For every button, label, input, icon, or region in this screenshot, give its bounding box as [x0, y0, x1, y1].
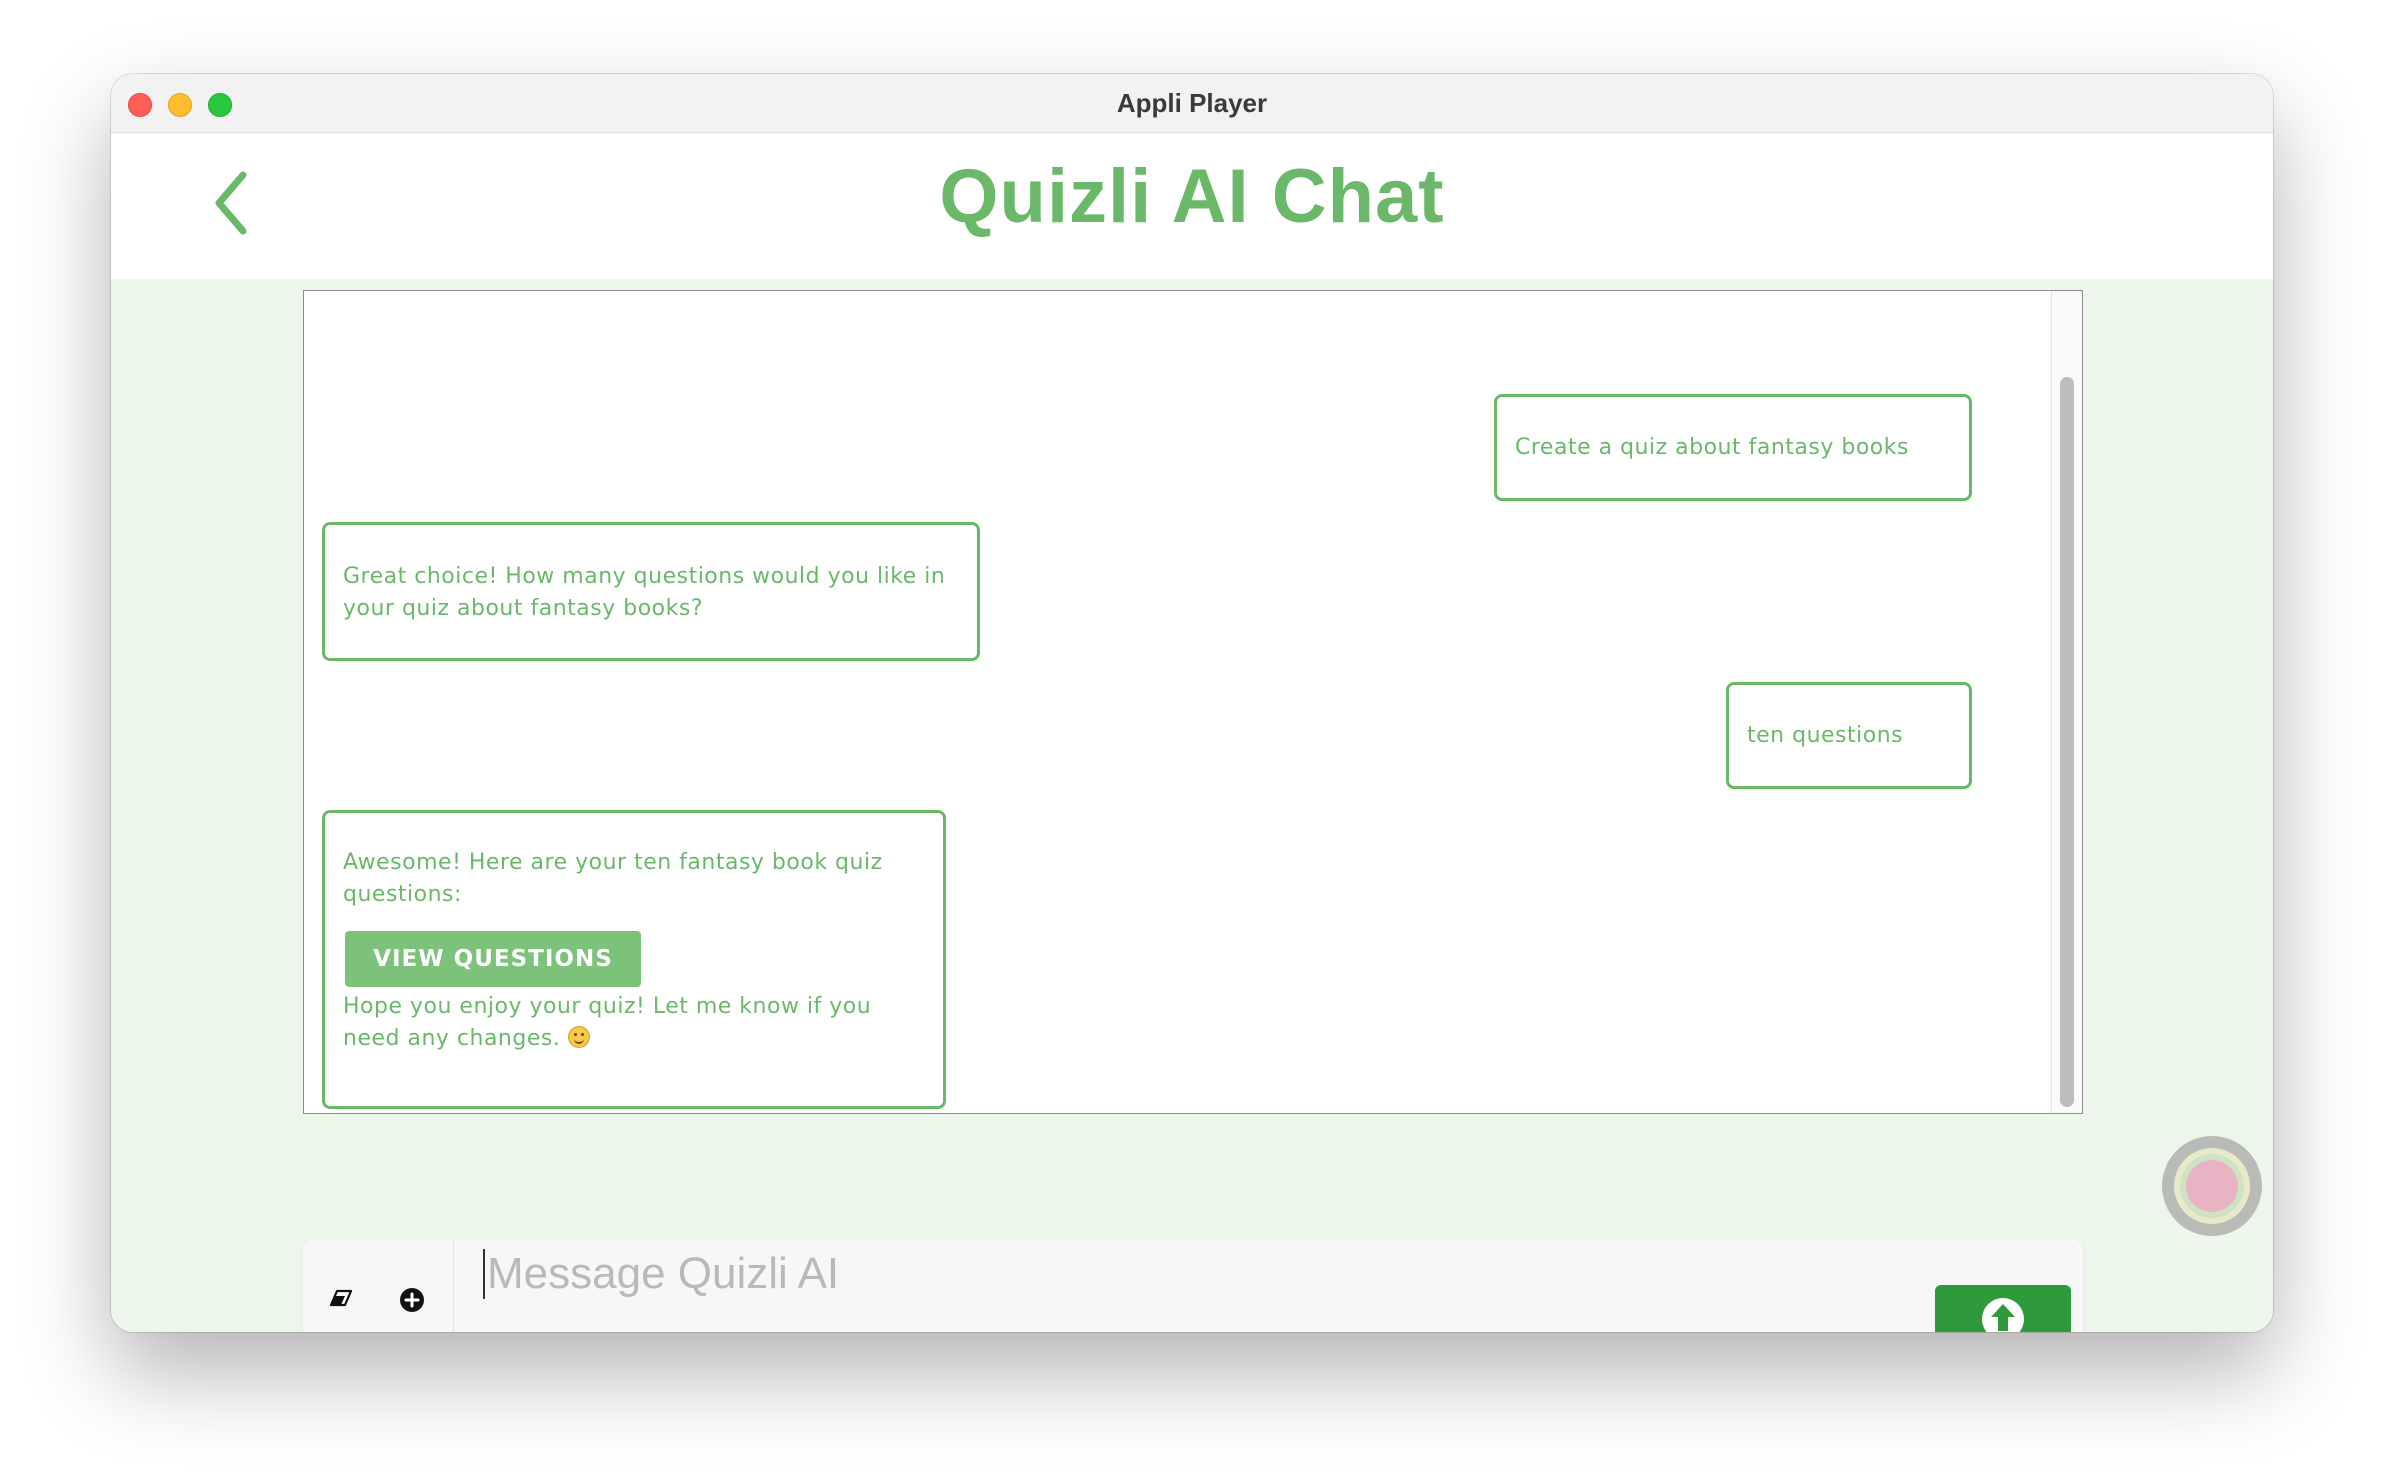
- content-area: Create a quiz about fantasy books Great …: [111, 279, 2273, 1332]
- assistant-message-bubble: Great choice! How many questions would y…: [322, 522, 980, 661]
- window-title: Appli Player: [1116, 88, 1268, 118]
- message-text: Create a quiz about fantasy books: [1515, 434, 1909, 460]
- user-message-bubble: Create a quiz about fantasy books: [1494, 394, 1972, 501]
- chat-panel: Create a quiz about fantasy books Great …: [303, 290, 2083, 1114]
- plus-circle-icon: [400, 1288, 424, 1312]
- message-text: Great choice! How many questions would y…: [343, 564, 946, 621]
- chat-scrollbar[interactable]: [2051, 291, 2082, 1113]
- assistive-touch-button[interactable]: [2162, 1136, 2262, 1236]
- smiling-face-icon: [567, 1026, 590, 1048]
- app-window: Appli Player Quizli AI Chat Create a qui…: [111, 74, 2273, 1332]
- user-message-bubble: ten questions: [1726, 682, 1972, 789]
- view-questions-button[interactable]: VIEW QUESTIONS: [345, 931, 641, 987]
- eraser-icon: [329, 1289, 353, 1307]
- message-text: ten questions: [1747, 722, 1904, 748]
- message-input[interactable]: [483, 1249, 1889, 1299]
- composer-divider: [453, 1239, 454, 1332]
- arrow-up-circle-icon: [1982, 1298, 2024, 1332]
- message-followup-text: Hope you enjoy your quiz! Let me know if…: [343, 994, 872, 1051]
- clear-chat-button[interactable]: [327, 1287, 357, 1311]
- chat-scrollbar-thumb[interactable]: [2060, 377, 2074, 1107]
- message-text: Awesome! Here are your ten fantasy book …: [343, 850, 883, 907]
- app-header: Quizli AI Chat: [111, 133, 2273, 279]
- assistant-message-bubble: Awesome! Here are your ten fantasy book …: [322, 810, 946, 1109]
- add-attachment-button[interactable]: [399, 1287, 425, 1313]
- message-followup: Hope you enjoy your quiz! Let me know if…: [343, 991, 925, 1055]
- page-title: Quizli AI Chat: [939, 154, 1445, 239]
- message-composer: [303, 1239, 2083, 1332]
- send-button[interactable]: [1935, 1285, 2071, 1332]
- window-titlebar: Appli Player: [111, 74, 2273, 133]
